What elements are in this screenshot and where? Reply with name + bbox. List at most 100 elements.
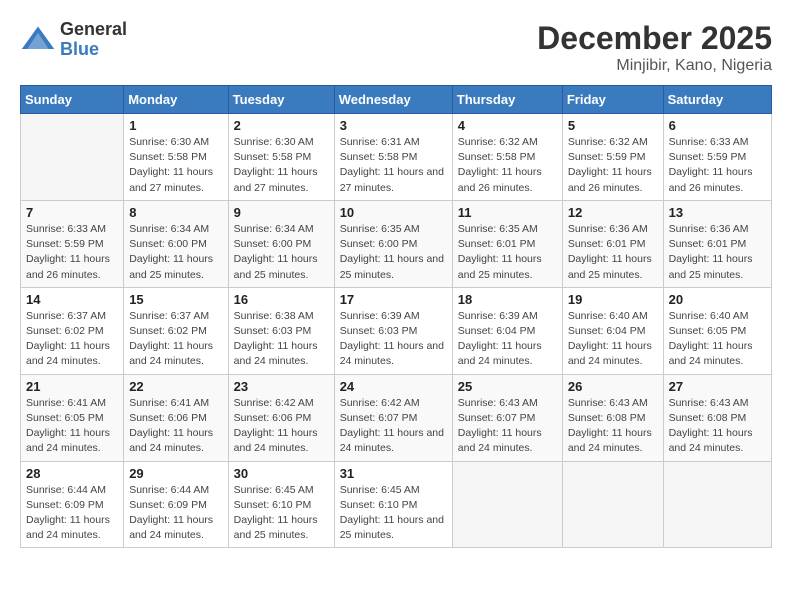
day-detail: Sunrise: 6:34 AMSunset: 6:00 PMDaylight:… (234, 222, 329, 283)
calendar-table: SundayMondayTuesdayWednesdayThursdayFrid… (20, 85, 772, 548)
day-detail: Sunrise: 6:41 AMSunset: 6:05 PMDaylight:… (26, 396, 118, 457)
calendar-cell (663, 461, 771, 548)
logo-general: General (60, 20, 127, 40)
day-detail: Sunrise: 6:44 AMSunset: 6:09 PMDaylight:… (129, 483, 222, 544)
day-detail: Sunrise: 6:40 AMSunset: 6:04 PMDaylight:… (568, 309, 658, 370)
calendar-cell: 9 Sunrise: 6:34 AMSunset: 6:00 PMDaylight… (228, 200, 334, 287)
day-detail: Sunrise: 6:45 AMSunset: 6:10 PMDaylight:… (234, 483, 329, 544)
day-detail: Sunrise: 6:43 AMSunset: 6:08 PMDaylight:… (669, 396, 766, 457)
day-detail: Sunrise: 6:37 AMSunset: 6:02 PMDaylight:… (26, 309, 118, 370)
day-detail: Sunrise: 6:45 AMSunset: 6:10 PMDaylight:… (340, 483, 447, 544)
calendar-week-row: 14 Sunrise: 6:37 AMSunset: 6:02 PMDayligh… (21, 287, 772, 374)
calendar-cell: 21 Sunrise: 6:41 AMSunset: 6:05 PMDayligh… (21, 374, 124, 461)
calendar-cell: 7 Sunrise: 6:33 AMSunset: 5:59 PMDaylight… (21, 200, 124, 287)
calendar-week-row: 7 Sunrise: 6:33 AMSunset: 5:59 PMDaylight… (21, 200, 772, 287)
calendar-cell: 24Sunrise: 6:42 AMSunset: 6:07 PMDayligh… (334, 374, 452, 461)
calendar-cell: 28Sunrise: 6:44 AMSunset: 6:09 PMDayligh… (21, 461, 124, 548)
day-detail: Sunrise: 6:43 AMSunset: 6:07 PMDaylight:… (458, 396, 557, 457)
calendar-cell: 2 Sunrise: 6:30 AMSunset: 5:58 PMDaylight… (228, 114, 334, 201)
day-number: 21 (26, 379, 118, 394)
calendar-cell: 23 Sunrise: 6:42 AMSunset: 6:06 PMDayligh… (228, 374, 334, 461)
day-detail: Sunrise: 6:33 AMSunset: 5:59 PMDaylight:… (669, 135, 766, 196)
day-number: 19 (568, 292, 658, 307)
day-number: 24 (340, 379, 447, 394)
day-detail: Sunrise: 6:44 AMSunset: 6:09 PMDaylight:… (26, 483, 118, 544)
page-header: General Blue December 2025 Minjibir, Kan… (20, 20, 772, 75)
day-number: 1 (129, 118, 222, 133)
day-detail: Sunrise: 6:32 AMSunset: 5:59 PMDaylight:… (568, 135, 658, 196)
day-number: 6 (669, 118, 766, 133)
header-tuesday: Tuesday (228, 86, 334, 114)
calendar-cell: 16Sunrise: 6:38 AMSunset: 6:03 PMDayligh… (228, 287, 334, 374)
day-detail: Sunrise: 6:34 AMSunset: 6:00 PMDaylight:… (129, 222, 222, 283)
calendar-week-row: 28Sunrise: 6:44 AMSunset: 6:09 PMDayligh… (21, 461, 772, 548)
calendar-cell: 13Sunrise: 6:36 AMSunset: 6:01 PMDayligh… (663, 200, 771, 287)
day-detail: Sunrise: 6:30 AMSunset: 5:58 PMDaylight:… (234, 135, 329, 196)
calendar-cell: 4 Sunrise: 6:32 AMSunset: 5:58 PMDaylight… (452, 114, 562, 201)
day-number: 12 (568, 205, 658, 220)
calendar-cell: 31 Sunrise: 6:45 AMSunset: 6:10 PMDayligh… (334, 461, 452, 548)
day-number: 2 (234, 118, 329, 133)
calendar-cell: 30 Sunrise: 6:45 AMSunset: 6:10 PMDayligh… (228, 461, 334, 548)
day-number: 4 (458, 118, 557, 133)
day-number: 3 (340, 118, 447, 133)
calendar-cell: 8 Sunrise: 6:34 AMSunset: 6:00 PMDaylight… (124, 200, 228, 287)
day-detail: Sunrise: 6:39 AMSunset: 6:04 PMDaylight:… (458, 309, 557, 370)
calendar-cell: 12Sunrise: 6:36 AMSunset: 6:01 PMDayligh… (562, 200, 663, 287)
logo: General Blue (20, 20, 127, 60)
calendar-week-row: 21 Sunrise: 6:41 AMSunset: 6:05 PMDayligh… (21, 374, 772, 461)
header-friday: Friday (562, 86, 663, 114)
day-number: 31 (340, 466, 447, 481)
calendar-cell: 17 Sunrise: 6:39 AMSunset: 6:03 PMDayligh… (334, 287, 452, 374)
calendar-cell: 19 Sunrise: 6:40 AMSunset: 6:04 PMDayligh… (562, 287, 663, 374)
day-number: 26 (568, 379, 658, 394)
day-number: 9 (234, 205, 329, 220)
day-detail: Sunrise: 6:38 AMSunset: 6:03 PMDaylight:… (234, 309, 329, 370)
calendar-cell: 14 Sunrise: 6:37 AMSunset: 6:02 PMDayligh… (21, 287, 124, 374)
day-number: 10 (340, 205, 447, 220)
day-detail: Sunrise: 6:33 AMSunset: 5:59 PMDaylight:… (26, 222, 118, 283)
calendar-cell: 27 Sunrise: 6:43 AMSunset: 6:08 PMDayligh… (663, 374, 771, 461)
calendar-cell: 3 Sunrise: 6:31 AMSunset: 5:58 PMDaylight… (334, 114, 452, 201)
header-sunday: Sunday (21, 86, 124, 114)
title-block: December 2025 Minjibir, Kano, Nigeria (537, 20, 772, 75)
day-number: 14 (26, 292, 118, 307)
day-number: 11 (458, 205, 557, 220)
day-detail: Sunrise: 6:35 AMSunset: 6:01 PMDaylight:… (458, 222, 557, 283)
day-number: 22 (129, 379, 222, 394)
day-detail: Sunrise: 6:42 AMSunset: 6:06 PMDaylight:… (234, 396, 329, 457)
calendar-cell: 29Sunrise: 6:44 AMSunset: 6:09 PMDayligh… (124, 461, 228, 548)
calendar-week-row: 1 Sunrise: 6:30 AMSunset: 5:58 PMDaylight… (21, 114, 772, 201)
day-detail: Sunrise: 6:32 AMSunset: 5:58 PMDaylight:… (458, 135, 557, 196)
day-number: 8 (129, 205, 222, 220)
day-detail: Sunrise: 6:39 AMSunset: 6:03 PMDaylight:… (340, 309, 447, 370)
calendar-cell: 1 Sunrise: 6:30 AMSunset: 5:58 PMDaylight… (124, 114, 228, 201)
header-monday: Monday (124, 86, 228, 114)
calendar-cell: 18Sunrise: 6:39 AMSunset: 6:04 PMDayligh… (452, 287, 562, 374)
calendar-cell (452, 461, 562, 548)
header-saturday: Saturday (663, 86, 771, 114)
calendar-cell: 15Sunrise: 6:37 AMSunset: 6:02 PMDayligh… (124, 287, 228, 374)
location-subtitle: Minjibir, Kano, Nigeria (537, 57, 772, 75)
header-wednesday: Wednesday (334, 86, 452, 114)
day-detail: Sunrise: 6:31 AMSunset: 5:58 PMDaylight:… (340, 135, 447, 196)
calendar-cell: 20Sunrise: 6:40 AMSunset: 6:05 PMDayligh… (663, 287, 771, 374)
day-detail: Sunrise: 6:37 AMSunset: 6:02 PMDaylight:… (129, 309, 222, 370)
day-detail: Sunrise: 6:40 AMSunset: 6:05 PMDaylight:… (669, 309, 766, 370)
day-detail: Sunrise: 6:36 AMSunset: 6:01 PMDaylight:… (669, 222, 766, 283)
day-number: 30 (234, 466, 329, 481)
day-number: 5 (568, 118, 658, 133)
day-number: 23 (234, 379, 329, 394)
calendar-cell: 5 Sunrise: 6:32 AMSunset: 5:59 PMDaylight… (562, 114, 663, 201)
day-number: 27 (669, 379, 766, 394)
calendar-cell: 22Sunrise: 6:41 AMSunset: 6:06 PMDayligh… (124, 374, 228, 461)
day-number: 17 (340, 292, 447, 307)
calendar-cell: 25Sunrise: 6:43 AMSunset: 6:07 PMDayligh… (452, 374, 562, 461)
month-year-title: December 2025 (537, 20, 772, 57)
day-number: 7 (26, 205, 118, 220)
calendar-header-row: SundayMondayTuesdayWednesdayThursdayFrid… (21, 86, 772, 114)
calendar-cell: 6 Sunrise: 6:33 AMSunset: 5:59 PMDaylight… (663, 114, 771, 201)
day-detail: Sunrise: 6:30 AMSunset: 5:58 PMDaylight:… (129, 135, 222, 196)
logo-text: General Blue (60, 20, 127, 60)
header-thursday: Thursday (452, 86, 562, 114)
